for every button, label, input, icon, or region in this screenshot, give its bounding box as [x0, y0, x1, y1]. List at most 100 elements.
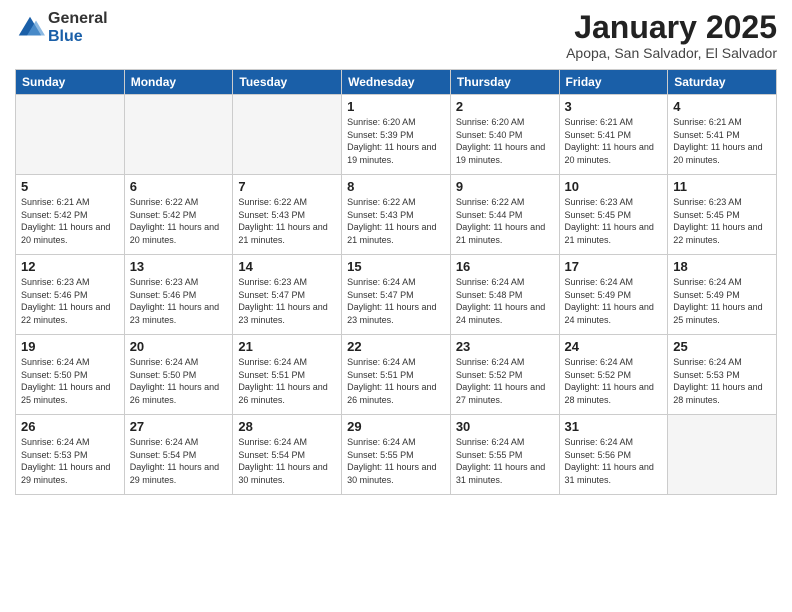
day-info: Sunrise: 6:20 AM Sunset: 5:40 PM Dayligh…: [456, 116, 554, 166]
col-wednesday: Wednesday: [342, 70, 451, 95]
calendar-cell: 28 Sunrise: 6:24 AM Sunset: 5:54 PM Dayli…: [233, 415, 342, 495]
day-number: 11: [673, 179, 771, 194]
day-number: 17: [565, 259, 663, 274]
day-number: 7: [238, 179, 336, 194]
day-info: Sunrise: 6:24 AM Sunset: 5:54 PM Dayligh…: [238, 436, 336, 486]
calendar-cell: 17 Sunrise: 6:24 AM Sunset: 5:49 PM Dayli…: [559, 255, 668, 335]
day-number: 30: [456, 419, 554, 434]
week-row-1: 1 Sunrise: 6:20 AM Sunset: 5:39 PM Daylig…: [16, 95, 777, 175]
logo-general: General: [48, 10, 108, 28]
title-block: January 2025 Apopa, San Salvador, El Sal…: [566, 10, 777, 61]
day-info: Sunrise: 6:23 AM Sunset: 5:47 PM Dayligh…: [238, 276, 336, 326]
col-monday: Monday: [124, 70, 233, 95]
day-number: 6: [130, 179, 228, 194]
calendar-cell: 1 Sunrise: 6:20 AM Sunset: 5:39 PM Daylig…: [342, 95, 451, 175]
day-info: Sunrise: 6:24 AM Sunset: 5:49 PM Dayligh…: [565, 276, 663, 326]
calendar-cell: 25 Sunrise: 6:24 AM Sunset: 5:53 PM Dayli…: [668, 335, 777, 415]
calendar-cell: 4Sunrise: 6:21 AM Sunset: 5:41 PM Daylig…: [668, 95, 777, 175]
month-title: January 2025: [566, 10, 777, 45]
day-info: Sunrise: 6:22 AM Sunset: 5:42 PM Dayligh…: [130, 196, 228, 246]
day-info: Sunrise: 6:23 AM Sunset: 5:46 PM Dayligh…: [130, 276, 228, 326]
calendar-cell: 19 Sunrise: 6:24 AM Sunset: 5:50 PM Dayli…: [16, 335, 125, 415]
calendar-cell: 31Sunrise: 6:24 AM Sunset: 5:56 PM Dayli…: [559, 415, 668, 495]
calendar-cell: 14 Sunrise: 6:23 AM Sunset: 5:47 PM Dayli…: [233, 255, 342, 335]
calendar-cell: 13 Sunrise: 6:23 AM Sunset: 5:46 PM Dayli…: [124, 255, 233, 335]
location: Apopa, San Salvador, El Salvador: [566, 45, 777, 61]
calendar-cell: 30Sunrise: 6:24 AM Sunset: 5:55 PM Dayli…: [450, 415, 559, 495]
logo-icon: [15, 13, 45, 43]
day-number: 15: [347, 259, 445, 274]
calendar-cell: 5 Sunrise: 6:21 AM Sunset: 5:42 PM Daylig…: [16, 175, 125, 255]
page: General Blue January 2025 Apopa, San Sal…: [0, 0, 792, 612]
day-info: Sunrise: 6:24 AM Sunset: 5:51 PM Dayligh…: [238, 356, 336, 406]
day-info: Sunrise: 6:24 AM Sunset: 5:52 PM Dayligh…: [565, 356, 663, 406]
calendar-cell: 15Sunrise: 6:24 AM Sunset: 5:47 PM Dayli…: [342, 255, 451, 335]
day-info: Sunrise: 6:24 AM Sunset: 5:53 PM Dayligh…: [21, 436, 119, 486]
day-info: Sunrise: 6:24 AM Sunset: 5:50 PM Dayligh…: [130, 356, 228, 406]
day-number: 16: [456, 259, 554, 274]
calendar-cell: [16, 95, 125, 175]
day-number: 4: [673, 99, 771, 114]
day-number: 23: [456, 339, 554, 354]
day-number: 14: [238, 259, 336, 274]
day-number: 2: [456, 99, 554, 114]
calendar-header-row: Sunday Monday Tuesday Wednesday Thursday…: [16, 70, 777, 95]
day-number: 19: [21, 339, 119, 354]
day-number: 29: [347, 419, 445, 434]
day-info: Sunrise: 6:22 AM Sunset: 5:43 PM Dayligh…: [347, 196, 445, 246]
day-number: 28: [238, 419, 336, 434]
calendar-cell: 3Sunrise: 6:21 AM Sunset: 5:41 PM Daylig…: [559, 95, 668, 175]
calendar-cell: 27Sunrise: 6:24 AM Sunset: 5:54 PM Dayli…: [124, 415, 233, 495]
day-info: Sunrise: 6:24 AM Sunset: 5:52 PM Dayligh…: [456, 356, 554, 406]
day-info: Sunrise: 6:22 AM Sunset: 5:43 PM Dayligh…: [238, 196, 336, 246]
calendar-cell: 6 Sunrise: 6:22 AM Sunset: 5:42 PM Daylig…: [124, 175, 233, 255]
calendar-cell: 21 Sunrise: 6:24 AM Sunset: 5:51 PM Dayli…: [233, 335, 342, 415]
day-number: 13: [130, 259, 228, 274]
day-number: 25: [673, 339, 771, 354]
calendar-cell: 11 Sunrise: 6:23 AM Sunset: 5:45 PM Dayli…: [668, 175, 777, 255]
col-tuesday: Tuesday: [233, 70, 342, 95]
day-number: 5: [21, 179, 119, 194]
calendar-cell: 24 Sunrise: 6:24 AM Sunset: 5:52 PM Dayli…: [559, 335, 668, 415]
calendar-cell: 8 Sunrise: 6:22 AM Sunset: 5:43 PM Daylig…: [342, 175, 451, 255]
day-number: 21: [238, 339, 336, 354]
logo: General Blue: [15, 10, 108, 45]
day-info: Sunrise: 6:24 AM Sunset: 5:55 PM Dayligh…: [347, 436, 445, 486]
day-info: Sunrise: 6:24 AM Sunset: 5:53 PM Dayligh…: [673, 356, 771, 406]
calendar-cell: 9 Sunrise: 6:22 AM Sunset: 5:44 PM Daylig…: [450, 175, 559, 255]
day-number: 22: [347, 339, 445, 354]
week-row-2: 5 Sunrise: 6:21 AM Sunset: 5:42 PM Daylig…: [16, 175, 777, 255]
day-info: Sunrise: 6:23 AM Sunset: 5:46 PM Dayligh…: [21, 276, 119, 326]
calendar-cell: 22Sunrise: 6:24 AM Sunset: 5:51 PM Dayli…: [342, 335, 451, 415]
day-info: Sunrise: 6:21 AM Sunset: 5:41 PM Dayligh…: [565, 116, 663, 166]
day-info: Sunrise: 6:24 AM Sunset: 5:48 PM Dayligh…: [456, 276, 554, 326]
day-info: Sunrise: 6:23 AM Sunset: 5:45 PM Dayligh…: [673, 196, 771, 246]
week-row-3: 12 Sunrise: 6:23 AM Sunset: 5:46 PM Dayli…: [16, 255, 777, 335]
day-info: Sunrise: 6:20 AM Sunset: 5:39 PM Dayligh…: [347, 116, 445, 166]
day-info: Sunrise: 6:24 AM Sunset: 5:50 PM Dayligh…: [21, 356, 119, 406]
day-number: 8: [347, 179, 445, 194]
calendar-cell: [668, 415, 777, 495]
calendar-cell: 26Sunrise: 6:24 AM Sunset: 5:53 PM Dayli…: [16, 415, 125, 495]
day-number: 24: [565, 339, 663, 354]
day-number: 31: [565, 419, 663, 434]
header: General Blue January 2025 Apopa, San Sal…: [15, 10, 777, 61]
calendar-cell: [233, 95, 342, 175]
calendar-cell: 18Sunrise: 6:24 AM Sunset: 5:49 PM Dayli…: [668, 255, 777, 335]
day-number: 1: [347, 99, 445, 114]
calendar-cell: 16 Sunrise: 6:24 AM Sunset: 5:48 PM Dayli…: [450, 255, 559, 335]
logo-text: General Blue: [48, 10, 108, 45]
day-info: Sunrise: 6:21 AM Sunset: 5:42 PM Dayligh…: [21, 196, 119, 246]
calendar-cell: 20Sunrise: 6:24 AM Sunset: 5:50 PM Dayli…: [124, 335, 233, 415]
calendar-cell: 10Sunrise: 6:23 AM Sunset: 5:45 PM Dayli…: [559, 175, 668, 255]
calendar-cell: [124, 95, 233, 175]
calendar-cell: 29 Sunrise: 6:24 AM Sunset: 5:55 PM Dayli…: [342, 415, 451, 495]
calendar: Sunday Monday Tuesday Wednesday Thursday…: [15, 69, 777, 495]
col-saturday: Saturday: [668, 70, 777, 95]
day-info: Sunrise: 6:22 AM Sunset: 5:44 PM Dayligh…: [456, 196, 554, 246]
calendar-cell: 12 Sunrise: 6:23 AM Sunset: 5:46 PM Dayli…: [16, 255, 125, 335]
day-number: 12: [21, 259, 119, 274]
day-info: Sunrise: 6:24 AM Sunset: 5:49 PM Dayligh…: [673, 276, 771, 326]
day-number: 9: [456, 179, 554, 194]
day-number: 10: [565, 179, 663, 194]
